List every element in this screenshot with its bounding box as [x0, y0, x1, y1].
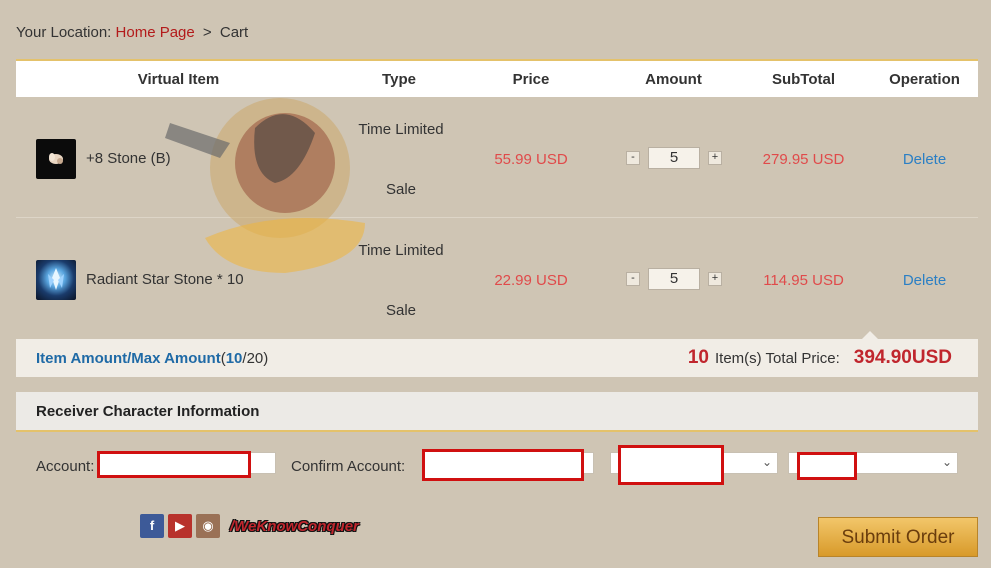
table-header: Virtual Item Type Price Amount SubTotal … — [16, 59, 978, 97]
quantity-stepper: - 5 + — [626, 268, 722, 290]
receiver-section-header: Receiver Character Information — [16, 392, 978, 432]
increase-button[interactable]: + — [708, 272, 722, 286]
table-row: +8 Stone (B) Time Limited Sale 55.99 USD… — [16, 97, 978, 218]
total-price-label: Item(s) Total Price: — [715, 350, 840, 367]
header-subtotal: SubTotal — [771, 70, 836, 88]
receiver-form: Account: Confirm Account: ⌄ ⌄ — [16, 445, 978, 485]
decrease-button[interactable]: - — [626, 272, 640, 286]
receiver-title: Receiver Character Information — [36, 403, 260, 420]
item-thumbnail — [36, 260, 76, 300]
redaction-box — [797, 452, 857, 480]
chevron-down-icon: ⌄ — [761, 455, 772, 469]
table-row: Radiant Star Stone * 10 Time Limited Sal… — [16, 218, 978, 338]
quantity-input[interactable]: 5 — [648, 147, 700, 169]
breadcrumb: Your Location: Home Page > Cart — [16, 24, 248, 41]
redaction-box — [422, 449, 584, 481]
header-amount: Amount — [645, 70, 702, 88]
total-price-info: 10 Item(s) Total Price: 394.90USD — [688, 347, 952, 369]
header-operation: Operation — [889, 70, 960, 88]
item-amount-current: 10 — [225, 349, 243, 367]
item-type-line2: Sale — [385, 302, 417, 319]
item-type-line1: Time Limited — [358, 121, 444, 138]
item-price: 55.99 USD — [494, 151, 568, 168]
total-price: 394.90USD — [853, 347, 952, 368]
breadcrumb-home-link[interactable]: Home Page — [116, 24, 195, 41]
decrease-button[interactable]: - — [626, 151, 640, 165]
delete-link[interactable]: Delete — [871, 151, 978, 168]
chevron-down-icon: ⌄ — [941, 455, 952, 469]
cart-summary: Item Amount/Max Amount(10/20) 10 Item(s)… — [16, 339, 978, 377]
brand-handle: /WeKnowConquer — [230, 517, 359, 535]
facebook-icon[interactable]: f — [140, 514, 164, 538]
quantity-input[interactable]: 5 — [648, 268, 700, 290]
item-subtotal: 114.95 USD — [763, 272, 844, 289]
item-amount-info: Item Amount/Max Amount(10/20) — [36, 349, 269, 367]
item-amount-max: /20) — [242, 349, 269, 367]
item-thumbnail — [36, 139, 76, 179]
header-price: Price — [512, 70, 550, 88]
summary-caret — [862, 331, 878, 339]
header-virtual-item: Virtual Item — [137, 70, 220, 88]
submit-order-button[interactable]: Submit Order — [818, 517, 978, 557]
confirm-account-label: Confirm Account: — [291, 458, 406, 475]
breadcrumb-prefix: Your Location: — [16, 24, 112, 41]
item-amount-label: Item Amount/Max Amount — [36, 349, 221, 367]
cart-table: Virtual Item Type Price Amount SubTotal … — [16, 59, 978, 338]
quantity-stepper: - 5 + — [626, 147, 722, 169]
social-links: f ▶ ◉ /WeKnowConquer — [140, 514, 359, 538]
redaction-box — [97, 451, 251, 478]
item-count: 10 — [687, 347, 709, 368]
youtube-icon[interactable]: ▶ — [168, 514, 192, 538]
item-type-line2: Sale — [385, 181, 417, 198]
item-subtotal: 279.95 USD — [762, 151, 845, 168]
item-type-line1: Time Limited — [358, 242, 444, 259]
item-name[interactable]: Radiant Star Stone * 10 — [86, 271, 244, 288]
increase-button[interactable]: + — [708, 151, 722, 165]
redaction-box — [618, 445, 724, 485]
header-type: Type — [382, 70, 416, 88]
instagram-icon[interactable]: ◉ — [196, 514, 220, 538]
breadcrumb-current: Cart — [219, 24, 249, 41]
account-label: Account: — [36, 458, 95, 475]
delete-link[interactable]: Delete — [871, 272, 978, 289]
item-price: 22.99 USD — [494, 272, 568, 289]
item-name[interactable]: +8 Stone (B) — [86, 150, 171, 167]
breadcrumb-separator: > — [202, 24, 212, 41]
